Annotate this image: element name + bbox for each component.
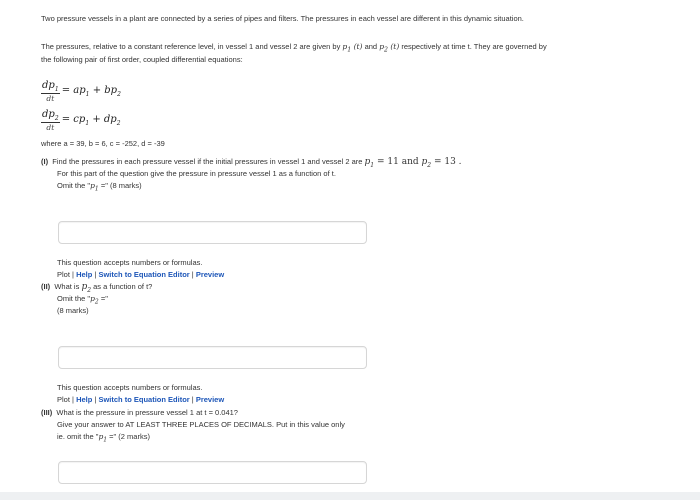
switch-equation-editor-link-2[interactable]: Switch to Equation Editor <box>98 395 189 404</box>
plot-link-1[interactable]: Plot <box>57 270 70 279</box>
question-1-omit: Omit the "p1 =" (8 marks) <box>57 181 142 193</box>
eq1-fraction: dp1 dt <box>41 80 60 103</box>
plot-link-2[interactable]: Plot <box>57 395 70 404</box>
help-link-1[interactable]: Help <box>76 270 92 279</box>
question-1-line-1: (I) Find the pressures in each pressure … <box>41 157 462 169</box>
question-2-omit: Omit the "p2 =" <box>57 294 108 306</box>
p1-of-t: p1 (t) <box>342 42 363 54</box>
question-3-line-1: (III) What is the pressure in pressure v… <box>41 408 238 417</box>
answer-input-2[interactable] <box>58 346 367 369</box>
accepts-text-1: This question accepts numbers or formula… <box>57 258 203 267</box>
question-1-line-2: For this part of the question give the p… <box>57 169 336 178</box>
eq2-rhs: = cp1 + dp2 <box>61 114 121 128</box>
intro-line-2: The pressures, relative to a constant re… <box>41 42 681 54</box>
question-2-marks: (8 marks) <box>57 306 89 315</box>
page: { "intro": { "line1": "Two pressure vess… <box>0 0 700 500</box>
answer-input-3[interactable] <box>58 461 367 484</box>
intro-line-2-text: The pressures, relative to a constant re… <box>41 42 341 51</box>
constants-line: where a = 39, b = 6, c = -252, d = -39 <box>41 139 165 148</box>
intro-line-2-tail: respectively at time t. They are governe… <box>401 42 547 51</box>
and-text: and <box>364 42 378 51</box>
question-3-line-2: Give your answer to AT LEAST THREE PLACE… <box>57 420 345 429</box>
help-links-2: Plot | Help | Switch to Equation Editor … <box>57 395 224 404</box>
intro-line-3: the following pair of first order, coupl… <box>41 55 243 64</box>
help-links-1: Plot | Help | Switch to Equation Editor … <box>57 270 224 279</box>
question-3-number: (III) <box>41 408 53 417</box>
eq2-fraction: dp2 dt <box>41 109 60 132</box>
switch-equation-editor-link-1[interactable]: Switch to Equation Editor <box>98 270 189 279</box>
initial-conditions: p1 = 11 and p2 = 13 . <box>364 157 462 169</box>
question-3-text: What is the pressure in pressure vessel … <box>56 408 238 417</box>
eq1-rhs: = ap1 + bp2 <box>61 85 121 99</box>
question-2-line-1: (II) What is p2 as a function of t? <box>41 282 153 294</box>
equation-2: dp2 dt = cp1 + dp2 <box>41 109 121 132</box>
help-link-2[interactable]: Help <box>76 395 92 404</box>
preview-link-1[interactable]: Preview <box>196 270 224 279</box>
p2-of-t: p2 (t) <box>379 42 400 54</box>
question-3-omit: ie. omit the "p1 =" (2 marks) <box>57 432 150 444</box>
preview-link-2[interactable]: Preview <box>196 395 224 404</box>
intro-line-1: Two pressure vessels in a plant are conn… <box>41 14 524 23</box>
question-1-number: (I) <box>41 157 49 166</box>
answer-input-1[interactable] <box>58 221 367 244</box>
equation-1: dp1 dt = ap1 + bp2 <box>41 80 121 103</box>
accepts-text-2: This question accepts numbers or formula… <box>57 383 203 392</box>
page-footer-bar <box>0 492 700 500</box>
question-1-text: Find the pressures in each pressure vess… <box>52 157 363 166</box>
question-2-number: (II) <box>41 282 51 291</box>
